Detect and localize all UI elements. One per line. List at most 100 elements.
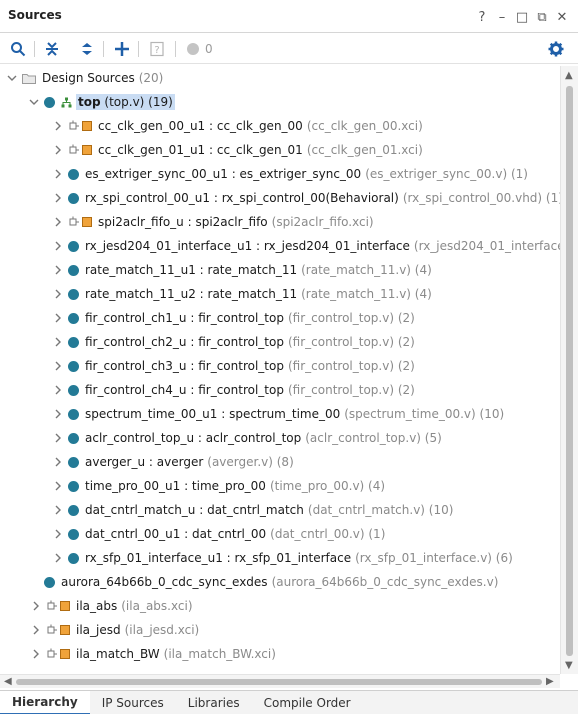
tree-item[interactable]: rate_match_11_u2 : rate_match_11 (rate_ma… [52,282,432,306]
chevron-right-icon[interactable] [52,528,64,540]
tree-item[interactable]: ila_abs (ila_abs.xci) [30,594,193,618]
tree-item[interactable]: ila_match_BW (ila_match_BW.xci) [30,642,276,666]
chevron-right-icon[interactable] [52,456,64,468]
chevron-down-icon[interactable] [6,72,18,84]
chevron-right-icon[interactable] [52,384,64,396]
chevron-right-icon[interactable] [52,480,64,492]
scroll-left-icon[interactable]: ◀ [4,676,12,687]
tree-item[interactable]: fir_control_ch4_u : fir_control_top (fir_… [52,378,415,402]
vertical-scrollbar[interactable]: ▲ ▼ [560,66,578,674]
chevron-right-icon[interactable] [30,600,42,612]
tree-item-name: time_pro_00_u1 : time_pro_00 [85,479,266,493]
chevron-right-icon[interactable] [30,624,42,636]
horizontal-scrollbar[interactable]: ◀ ▶ [0,674,560,688]
close-icon[interactable]: ✕ [552,9,572,25]
chevron-right-icon[interactable] [52,144,64,156]
source-properties-icon[interactable]: ? [147,39,167,59]
tree-item-name: rate_match_11_u1 : rate_match_11 [85,263,298,277]
chevron-right-icon[interactable] [52,504,64,516]
status-dot-icon [183,39,203,59]
tree-root-design-sources[interactable]: Design Sources (20) [6,66,163,90]
tree-item[interactable]: rate_match_11_u1 : rate_match_11 (rate_ma… [52,258,432,282]
tree-item-source-file: (fir_control_top.v) (2) [287,335,415,349]
tree-item[interactable]: dat_cntrl_00_u1 : dat_cntrl_00 (dat_cntrl… [52,522,385,546]
chevron-right-icon[interactable] [52,432,64,444]
ip-core-icon [82,121,92,131]
sources-tree: Design Sources (20) top (top.v) (19) cc_… [0,66,560,674]
ip-core-icon [82,217,92,227]
tree-item[interactable]: es_extriger_sync_00_u1 : es_extriger_syn… [52,162,528,186]
tree-item[interactable]: rx_sfp_01_interface_u1 : rx_sfp_01_inter… [52,546,513,570]
tree-item-name: ila_jesd [76,623,121,637]
chevron-right-icon[interactable] [52,336,64,348]
chevron-right-icon[interactable] [30,648,42,660]
tab-compile-order[interactable]: Compile Order [252,691,363,714]
chevron-right-icon[interactable] [52,240,64,252]
expand-all-icon[interactable] [77,39,97,59]
tree-item[interactable]: fir_control_ch1_u : fir_control_top (fir_… [52,306,415,330]
chevron-right-icon[interactable] [52,408,64,420]
chevron-right-icon[interactable] [52,312,64,324]
tree-item-top[interactable]: top (top.v) (19) [28,90,175,114]
vertical-scroll-thumb[interactable] [566,86,573,656]
maximize-icon[interactable]: □ [512,9,532,25]
chevron-right-icon[interactable] [52,168,64,180]
chevron-right-icon[interactable] [52,120,64,132]
tree-item[interactable]: spectrum_time_00_u1 : spectrum_time_00 (s… [52,402,504,426]
minimize-icon[interactable]: – [492,9,512,25]
search-icon[interactable] [8,39,28,59]
module-dot-icon [68,408,79,420]
tree-item[interactable]: time_pro_00_u1 : time_pro_00 (time_pro_00… [52,474,385,498]
tree-item[interactable]: aurora_64b66b_0_cdc_sync_exdes (aurora_64… [44,570,498,594]
chevron-right-icon[interactable] [52,192,64,204]
tree-item-name: fir_control_ch1_u : fir_control_top [85,311,284,325]
scroll-up-icon[interactable]: ▲ [565,70,573,81]
tree-item-source-file: (spi2aclr_fifo.xci) [271,215,374,229]
tree-item-source-file: (aclr_control_top.v) (5) [305,431,442,445]
folder-icon [22,73,36,84]
tab-libraries[interactable]: Libraries [176,691,252,714]
tree-item[interactable]: spi2aclr_fifo_u : spi2aclr_fifo (spi2aclr… [52,210,374,234]
hierarchy-icon [61,97,72,108]
tab-ip-sources[interactable]: IP Sources [90,691,176,714]
chevron-right-icon[interactable] [52,264,64,276]
tree-item[interactable]: dat_cntrl_match_u : dat_cntrl_match (dat_… [52,498,453,522]
help-icon[interactable]: ? [472,9,492,25]
module-dot-icon [68,456,79,468]
tree-item-source-file: (rx_sfp_01_interface.v) (6) [355,551,513,565]
scroll-down-icon[interactable]: ▼ [565,660,573,671]
collapse-all-icon[interactable] [42,39,62,59]
chevron-right-icon[interactable] [52,216,64,228]
tree-item[interactable]: rx_spi_control_00_u1 : rx_spi_control_00… [52,186,560,210]
chevron-right-icon[interactable] [52,360,64,372]
tree-item[interactable]: rx_jesd204_01_interface_u1 : rx_jesd204_… [52,234,560,258]
tree-item-name: ila_match_BW [76,647,160,661]
tree-item[interactable]: averger_u : averger (averger.v) (8) [52,450,294,474]
settings-gear-icon[interactable] [546,39,566,59]
tree-item[interactable]: ila_jesd (ila_jesd.xci) [30,618,199,642]
tree-item-name: dat_cntrl_match_u : dat_cntrl_match [85,503,304,517]
horizontal-scroll-thumb[interactable] [16,679,542,685]
float-icon[interactable]: ⧉ [532,9,552,25]
tree-item-source-file: (rx_spi_control_00.vhd) (1) [402,191,560,205]
chevron-right-icon[interactable] [52,552,64,564]
ip-core-icon [60,649,70,659]
module-dot-icon [68,288,79,300]
chevron-right-icon[interactable] [52,288,64,300]
tree-item[interactable]: aclr_control_top_u : aclr_control_top (ac… [52,426,442,450]
module-dot-icon [68,192,79,204]
scroll-right-icon[interactable]: ▶ [546,676,554,687]
tree-item[interactable]: fir_control_ch3_u : fir_control_top (fir_… [52,354,415,378]
add-sources-icon[interactable] [112,39,132,59]
tree-item-name: rx_spi_control_00_u1 : rx_spi_control_00… [85,191,399,205]
tree-item[interactable]: cc_clk_gen_01_u1 : cc_clk_gen_01 (cc_clk_… [52,138,423,162]
tab-hierarchy[interactable]: Hierarchy [0,691,90,714]
top-label: top [78,95,101,109]
status-count: 0 [205,42,213,56]
top-selection: top (top.v) (19) [76,94,175,110]
module-dot-icon [68,528,79,540]
chevron-down-icon[interactable] [28,96,40,108]
tree-item[interactable]: cc_clk_gen_00_u1 : cc_clk_gen_00 (cc_clk_… [52,114,423,138]
tree-item[interactable]: fir_control_ch2_u : fir_control_top (fir_… [52,330,415,354]
tree-item-source-file: (rate_match_11.v) (4) [301,287,432,301]
